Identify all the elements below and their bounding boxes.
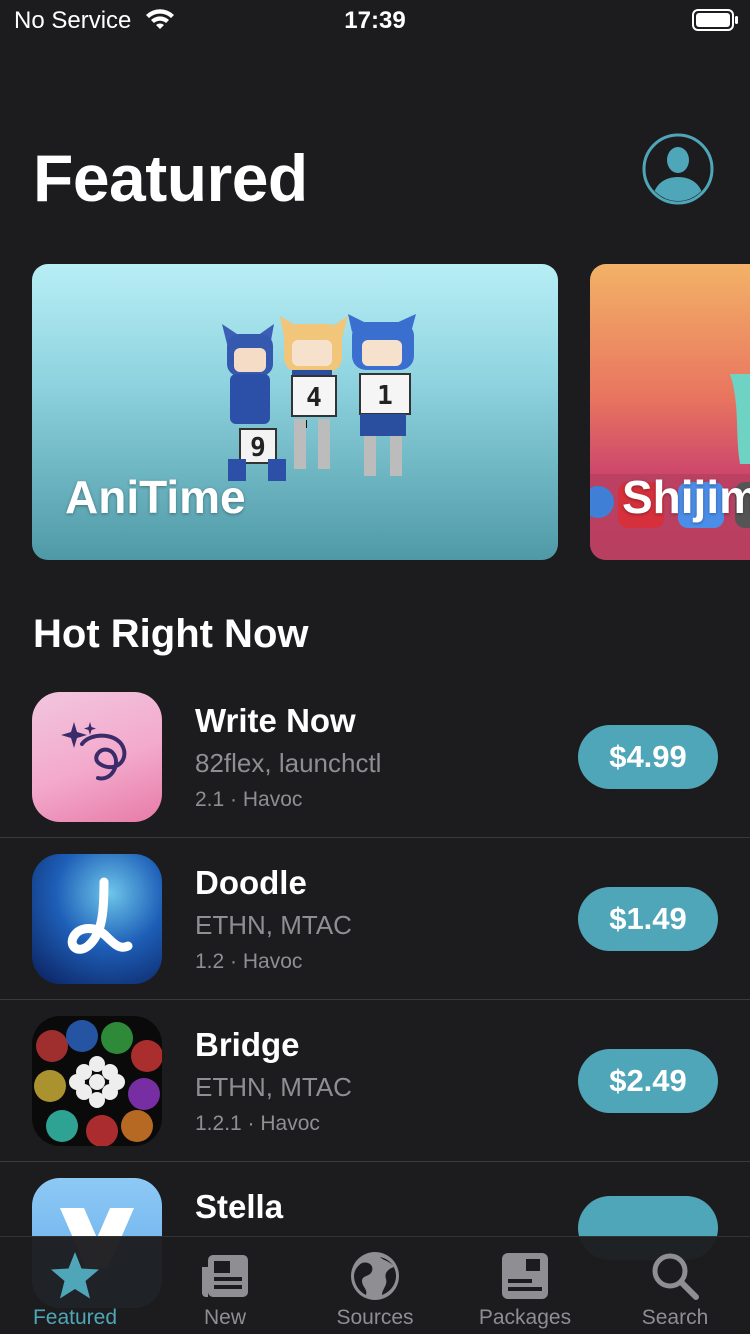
app-list: Write Now 82flex, launchctl 2.1 · Havoc … [0,676,750,1324]
tab-label: Packages [478,1306,572,1329]
featured-carousel[interactable]: 9 4 1 AniTime Shijim [0,264,750,560]
banner-label: AniTime [65,471,246,523]
anitime-artwork: 9 4 1 [222,314,416,481]
app-name: Write Now [195,702,356,739]
app-meta: 1.2 · Havoc [195,950,303,973]
package-icon [502,1253,548,1299]
tab-bar: Featured New Sources Packages Search [0,1236,750,1334]
tab-label: New [203,1306,246,1329]
tab-label: Sources [336,1306,414,1329]
price-button[interactable]: $4.99 [578,725,718,789]
list-item[interactable]: Doodle ETHN, MTAC 1.2 · Havoc $1.49 [0,838,750,1000]
banner-anitime[interactable]: 9 4 1 AniTime [32,264,558,560]
bridge-app-icon [32,1016,162,1146]
search-icon [652,1253,699,1300]
app-name: Doodle [195,864,307,901]
globe-icon [351,1252,399,1300]
shijima-artwork [590,374,750,560]
list-item[interactable]: Write Now 82flex, launchctl 2.1 · Havoc … [0,676,750,838]
tab-packages[interactable]: Packages [450,1237,600,1334]
app-developers: 82flex, launchctl [195,748,382,778]
tab-new[interactable]: New [150,1237,300,1334]
banner-label: Shijim [622,471,750,523]
price-button[interactable]: $2.49 [578,1049,718,1113]
app-meta: 2.1 · Havoc [195,788,303,811]
section-title: Hot Right Now [33,612,309,656]
app-name: Stella [195,1188,284,1225]
tab-label: Search [641,1306,709,1329]
clock: 17:39 [344,7,406,34]
app-name: Bridge [195,1026,300,1063]
profile-button[interactable] [642,133,714,205]
write-now-app-icon [32,692,162,822]
star-icon [51,1252,99,1299]
doodle-app-icon [32,854,162,984]
price-button[interactable]: $1.49 [578,887,718,951]
status-bar: No Service 17:39 [0,0,750,40]
app-developers: ETHN, MTAC [195,1072,352,1102]
app-developers: ETHN, MTAC [195,910,352,940]
banner-shijima[interactable]: Shijim [590,264,750,560]
tab-label: Featured [32,1306,118,1329]
news-icon [202,1255,248,1297]
battery-icon [692,9,738,31]
list-item[interactable]: Bridge ETHN, MTAC 1.2.1 · Havoc $2.49 [0,1000,750,1162]
svg-text:9: 9 [250,433,266,463]
page-title: Featured [33,141,308,215]
app-meta: 1.2.1 · Havoc [195,1112,320,1135]
tab-search[interactable]: Search [600,1237,750,1334]
tab-featured[interactable]: Featured [0,1237,150,1334]
svg-text:4: 4 [306,383,322,413]
tab-sources[interactable]: Sources [300,1237,450,1334]
svg-text:1: 1 [377,381,393,411]
